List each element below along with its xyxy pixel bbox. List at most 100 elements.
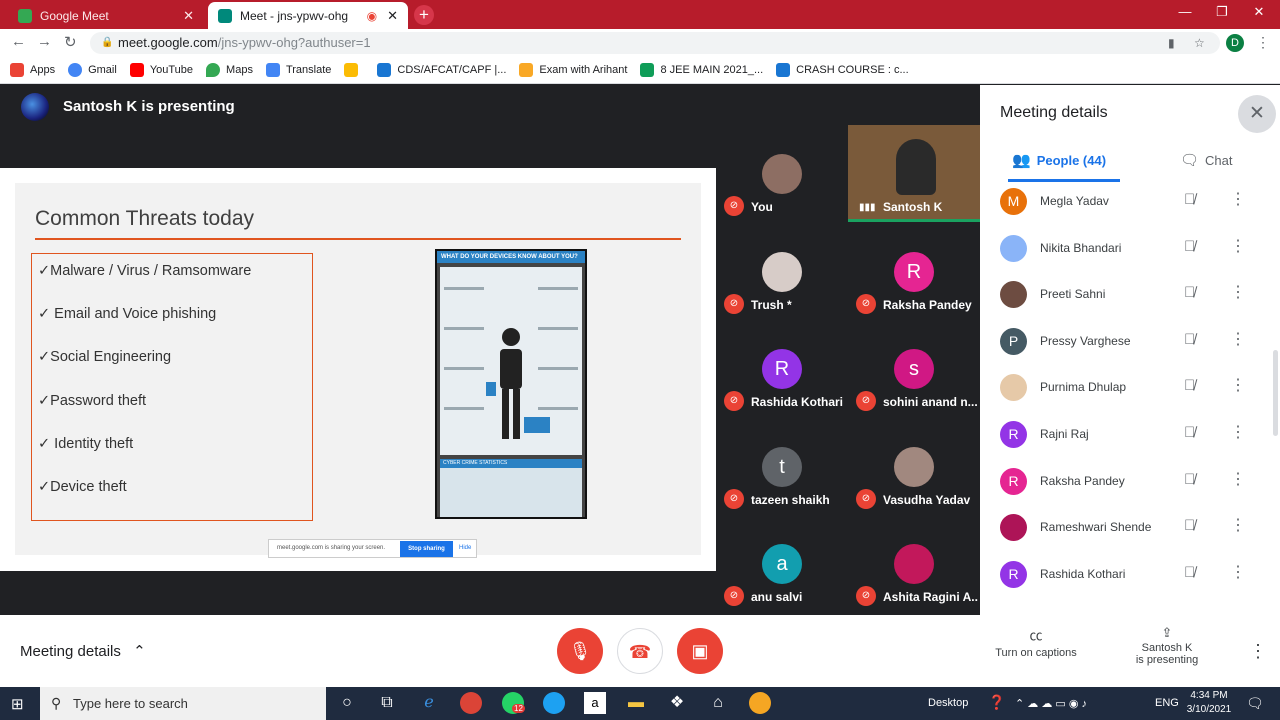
person-row[interactable]: Purnima Dhulap 🎙̸ ⋮ [980,369,1268,416]
people-scrollbar[interactable] [1273,350,1278,436]
address-bar[interactable]: 🔒 meet.google.com/jns-ypwv-ohg?authuser=… [90,32,1220,54]
reload-icon[interactable]: ↻ [64,33,77,51]
meeting-details-toggle[interactable]: Meeting details ⌃ [20,642,146,660]
mic-off-icon[interactable]: 🎙̸ [1184,191,1195,208]
close-panel-button[interactable]: ✕ [1238,95,1276,133]
leave-call-button[interactable]: ☎ [617,628,663,674]
bookmark-drive[interactable] [344,63,364,77]
presenter-title: Santosh K is presenting [63,98,235,115]
mic-off-button[interactable]: 🎙 [557,628,603,674]
camera-off-button[interactable]: ▣ [677,628,723,674]
presenting-button[interactable]: ⇪ Santosh K is presenting [1125,625,1209,666]
participant-avatar: t [762,446,802,487]
minimize-button[interactable]: — [1170,4,1200,19]
participant-tile[interactable]: ⊘ Vasudha Yadav [848,418,980,515]
tab-meet-call[interactable]: Meet - jns-ypwv-ohg ◉ ✕ [208,2,408,29]
more-options-icon[interactable]: ⋮ [1230,469,1246,489]
participant-tile[interactable]: ⊘ You [716,125,848,222]
person-row[interactable]: M Megla Yadav 🎙̸ ⋮ [980,183,1268,230]
person-row[interactable]: Rameshwari Shende 🎙̸ ⋮ [980,509,1268,556]
bookmark-crash-course[interactable]: CRASH COURSE : c... [776,63,909,77]
amazon-icon[interactable]: a [584,692,606,714]
task-view-icon[interactable]: ⧉ [376,692,398,714]
bookmark-cds[interactable]: CDS/AFCAT/CAPF |... [377,63,506,77]
browser-menu-icon[interactable]: ⋮ [1256,34,1270,51]
person-row[interactable]: Nikita Bhandari 🎙̸ ⋮ [980,230,1268,277]
more-options-icon[interactable]: ⋮ [1230,189,1246,209]
dropbox-icon[interactable]: ❖ [666,692,688,714]
participant-tile[interactable]: ⊘ Trush * [716,223,848,320]
mic-off-icon[interactable]: 🎙̸ [1184,238,1195,255]
hide-button[interactable]: Hide [459,540,471,557]
bookmark-arihant[interactable]: Exam with Arihant [519,63,627,77]
extra-app-icon[interactable] [749,692,771,714]
mic-muted-icon: ⊘ [724,196,744,216]
maps-pin-icon [206,63,221,77]
cortana-icon[interactable]: ○ [336,692,358,714]
back-icon[interactable]: ← [11,33,26,50]
participant-tile[interactable]: ▮▮▮ Santosh K [848,125,980,222]
participant-name: Vasudha Yadav [883,492,971,507]
mic-off-icon[interactable]: 🎙̸ [1184,377,1195,394]
help-icon[interactable]: ❓ [988,694,1005,711]
file-explorer-icon[interactable]: ▬ [625,692,647,714]
mic-off-icon[interactable]: 🎙̸ [1184,284,1195,301]
bookmark-gmail[interactable]: Gmail [68,63,117,77]
maximize-button[interactable]: ❐ [1207,4,1237,20]
person-row[interactable]: R Raksha Pandey 🎙̸ ⋮ [980,463,1268,510]
person-row[interactable]: R Rashida Kothari 🎙̸ ⋮ [980,556,1268,603]
more-options-icon[interactable]: ⋮ [1230,562,1246,582]
bookmark-translate[interactable]: Translate [265,63,331,77]
taskbar-search[interactable]: ⚲ Type here to search [40,687,326,720]
tab-google-meet[interactable]: Google Meet ✕ [8,2,204,29]
forward-icon[interactable]: → [37,33,52,50]
more-options-icon[interactable]: ⋮ [1249,641,1267,662]
mic-off-icon[interactable]: 🎙̸ [1184,517,1195,534]
person-row[interactable]: P Pressy Varghese 🎙̸ ⋮ [980,323,1268,370]
more-options-icon[interactable]: ⋮ [1230,236,1246,256]
mic-off-icon[interactable]: 🎙̸ [1184,331,1195,348]
store-icon[interactable]: ⌂ [707,692,729,714]
participant-tile[interactable]: t ⊘ tazeen shaikh [716,418,848,515]
mic-off-icon[interactable]: 🎙̸ [1184,564,1195,581]
more-options-icon[interactable]: ⋮ [1230,375,1246,395]
tab-people[interactable]: 👥 People (44) [1012,151,1106,169]
language-indicator[interactable]: ENG [1155,697,1179,709]
desktop-label[interactable]: Desktop [928,697,968,709]
windows-start-icon[interactable]: ⊞ [11,695,24,713]
more-options-icon[interactable]: ⋮ [1230,329,1246,349]
mic-off-icon[interactable]: 🎙̸ [1184,471,1195,488]
participant-tile[interactable]: ⊘ Ashita Ragini A... [848,515,980,612]
more-options-icon[interactable]: ⋮ [1230,422,1246,442]
bookmark-star-icon[interactable]: ☆ [1194,32,1205,54]
close-window-button[interactable]: ✕ [1244,4,1274,20]
notifications-icon[interactable]: 🗨 [1246,695,1264,712]
search-icon: ⚲ [51,695,62,711]
bookmark-youtube[interactable]: YouTube [129,63,193,77]
edge-icon[interactable] [543,692,565,714]
more-options-icon[interactable]: ⋮ [1230,515,1246,535]
captions-button[interactable]: ㏄ Turn on captions [992,625,1080,659]
close-tab-icon[interactable]: ✕ [387,8,398,24]
profile-avatar[interactable]: D [1226,34,1244,52]
person-row[interactable]: R Rajni Raj 🎙̸ ⋮ [980,416,1268,463]
edge-legacy-icon[interactable]: ℯ [418,692,440,714]
participant-tile[interactable]: s ⊘ sohini anand n... [848,320,980,417]
system-clock[interactable]: 4:34 PM 3/10/2021 [1184,689,1234,717]
participant-tile[interactable]: R ⊘ Raksha Pandey [848,223,980,320]
bookmark-maps[interactable]: Maps [206,63,253,77]
person-row[interactable]: Preeti Sahni 🎙̸ ⋮ [980,276,1268,323]
bookmark-jee[interactable]: 8 JEE MAIN 2021_... [640,63,763,77]
camera-icon[interactable]: ▮ [1168,32,1175,54]
participant-tile[interactable]: a ⊘ anu salvi [716,515,848,612]
tray-icons[interactable]: ⌃ ☁ ☁ ▭ ◉ ♪ [1015,697,1087,710]
participant-tile[interactable]: R ⊘ Rashida Kothari [716,320,848,417]
tab-chat[interactable]: 🗨 Chat [1180,151,1233,169]
stop-sharing-button[interactable]: Stop sharing [400,541,453,557]
bookmark-apps[interactable]: Apps [10,63,55,77]
close-tab-icon[interactable]: ✕ [183,8,194,24]
new-tab-button[interactable]: + [414,5,434,25]
more-options-icon[interactable]: ⋮ [1230,282,1246,302]
mic-off-icon[interactable]: 🎙̸ [1184,424,1195,441]
chrome-icon[interactable] [460,692,482,714]
